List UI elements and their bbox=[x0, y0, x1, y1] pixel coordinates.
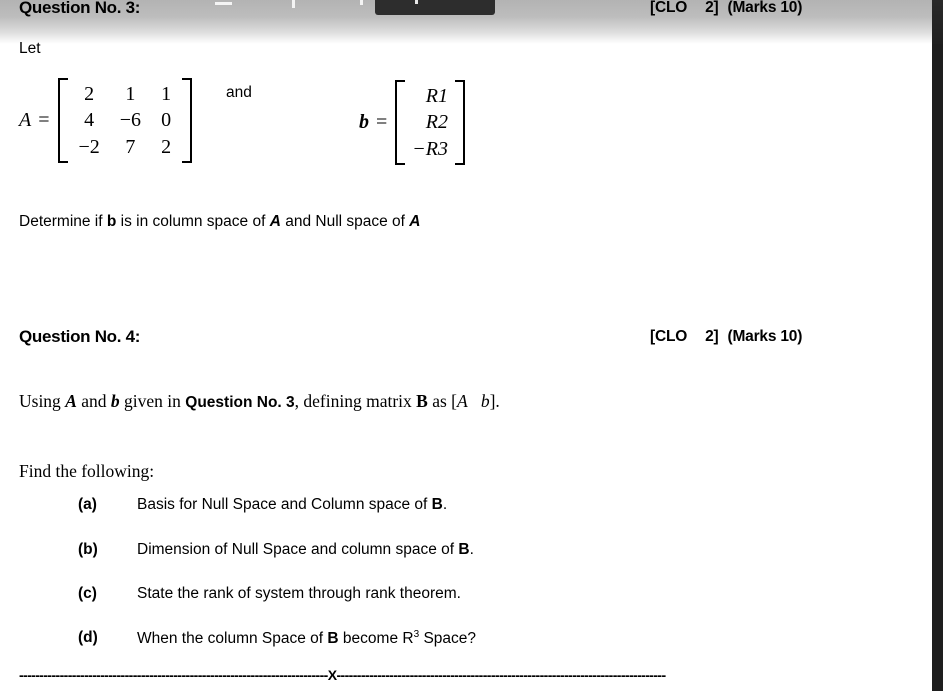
right-edge-panel bbox=[932, 0, 943, 691]
list-item-c: State the rank of system through rank th… bbox=[137, 585, 461, 603]
question-4-intro: Using A and b given in Question No. 3, d… bbox=[19, 391, 500, 412]
list-item-text: Dimension of Null Space and column space… bbox=[137, 541, 459, 558]
question-4-clo-marks: [CLO 2] (Marks 10) bbox=[650, 328, 802, 346]
matrix-row: −R3 bbox=[406, 136, 454, 162]
question-3-clo-marks: [CLO 2] (Marks 10) bbox=[650, 0, 802, 17]
question-4-heading: Question No. 4: bbox=[19, 327, 141, 346]
prompt-text: is in column space of bbox=[116, 213, 270, 230]
list-item-text: . bbox=[469, 541, 474, 558]
intro-matrix-a: A bbox=[65, 391, 77, 411]
document-page: Question No. 3: [CLO 2] (Marks 10) Let A =… bbox=[0, 0, 943, 691]
matrix-a-equals: = bbox=[38, 109, 50, 132]
vector-b-equals: = bbox=[376, 111, 388, 134]
vector-b-label: b bbox=[359, 111, 369, 134]
clipped-toolbar-button[interactable] bbox=[375, 0, 495, 15]
intro-question-reference: Question No. 3 bbox=[185, 394, 295, 411]
matrix-cell: R1 bbox=[425, 85, 448, 107]
matrix-a-bracket: 2 1 1 4 −6 0 −2 7 2 bbox=[57, 78, 193, 164]
intro-text: , defining matrix bbox=[294, 391, 417, 411]
list-item-text: When the column Space of bbox=[137, 630, 328, 648]
intro-spacer bbox=[468, 391, 481, 411]
matrix-row: R2 bbox=[406, 109, 454, 135]
marks-label: (Marks 10) bbox=[727, 0, 803, 16]
list-item-marker-a: (a) bbox=[78, 496, 97, 513]
intro-bracket-a: A bbox=[457, 391, 468, 411]
matrix-a-label: A bbox=[19, 109, 32, 132]
list-item-a: Basis for Null Space and Column space of… bbox=[137, 496, 447, 514]
question-3-heading: Question No. 3: bbox=[19, 0, 141, 17]
intro-bracket-b: b bbox=[480, 391, 490, 411]
find-the-following-label: Find the following: bbox=[19, 461, 155, 481]
intro-matrix-b: B bbox=[416, 391, 428, 411]
prompt-vector-b: b bbox=[106, 213, 117, 230]
clipped-text-fragment bbox=[292, 0, 295, 8]
list-item-text: Basis for Null Space and Column space of bbox=[137, 496, 432, 513]
prompt-matrix-a: A bbox=[409, 213, 421, 230]
clo-number: 2] bbox=[705, 0, 719, 16]
matrix-row: 4 −6 0 bbox=[69, 107, 182, 133]
list-item-marker-d: (d) bbox=[78, 629, 98, 646]
list-item-text: . bbox=[442, 496, 448, 513]
clipped-toolbar-glyph bbox=[415, 0, 418, 4]
vector-b-grid: R1 R2 −R3 bbox=[406, 83, 454, 162]
matrix-cell: 0 bbox=[161, 109, 172, 132]
matrix-row: R1 bbox=[406, 83, 454, 109]
vector-b-bracket: R1 R2 −R3 bbox=[395, 80, 465, 166]
prompt-matrix-a: A bbox=[269, 213, 281, 230]
matrix-cell: −R3 bbox=[412, 137, 448, 160]
matrix-cell: 1 bbox=[125, 83, 136, 105]
matrix-cell: 4 bbox=[84, 109, 95, 132]
intro-text: and bbox=[76, 391, 111, 411]
divider-dashes-right: ----------------------------------------… bbox=[336, 667, 666, 683]
intro-vector-b: b bbox=[110, 391, 120, 411]
matrix-cell: −2 bbox=[78, 135, 100, 158]
matrix-a-equation: A = 2 1 1 4 −6 0 −2 7 2 bbox=[19, 78, 193, 164]
prompt-text: and Null space of bbox=[280, 213, 410, 230]
intro-text: Using bbox=[19, 391, 66, 411]
list-item-matrix-b: B bbox=[327, 630, 339, 648]
clo-prefix: [CLO bbox=[650, 328, 688, 345]
matrix-cell: R2 bbox=[425, 111, 448, 134]
matrix-row: 2 1 1 bbox=[69, 81, 182, 107]
list-item-marker-c: (c) bbox=[78, 585, 97, 602]
list-item-marker-b: (b) bbox=[78, 541, 98, 558]
right-edge-panel-header bbox=[932, 0, 943, 44]
divider-dashes-left: ----------------------------------------… bbox=[19, 667, 328, 683]
question-3-prompt: Determine if b is in column space of A a… bbox=[19, 213, 421, 231]
intro-text: as [ bbox=[427, 391, 458, 411]
matrix-cell: 1 bbox=[161, 83, 172, 105]
list-item-matrix-b: B bbox=[458, 541, 470, 558]
and-conjunction: and bbox=[226, 84, 252, 101]
matrix-cell: 2 bbox=[84, 83, 95, 105]
matrix-row: −2 7 2 bbox=[69, 134, 182, 160]
matrix-a-grid: 2 1 1 4 −6 0 −2 7 2 bbox=[69, 81, 182, 160]
list-item-matrix-b: B bbox=[431, 496, 443, 513]
list-item-text: become R bbox=[338, 630, 414, 648]
marks-label: (Marks 10) bbox=[727, 328, 803, 345]
matrix-cell: 7 bbox=[125, 135, 136, 158]
list-item-text: State the rank of system through rank th… bbox=[137, 585, 461, 602]
intro-text: ]. bbox=[489, 391, 500, 411]
prompt-text: Determine if bbox=[19, 213, 107, 230]
list-item-d: When the column Space of B become R3 Spa… bbox=[137, 629, 476, 648]
intro-text: given in bbox=[119, 391, 186, 411]
question-3-lead-in: Let bbox=[19, 40, 41, 57]
matrix-cell: −6 bbox=[119, 109, 142, 132]
vector-b-equation: b = R1 R2 −R3 bbox=[359, 80, 465, 166]
list-item-text: Space? bbox=[419, 630, 477, 648]
matrix-cell: 2 bbox=[161, 135, 172, 158]
list-item-b: Dimension of Null Space and column space… bbox=[137, 541, 474, 559]
clo-number: 2] bbox=[705, 328, 719, 345]
section-divider: ----------------------------------------… bbox=[19, 667, 843, 683]
clipped-text-fragment bbox=[215, 2, 232, 5]
clipped-text-fragment bbox=[360, 0, 363, 5]
clo-prefix: [CLO bbox=[650, 0, 688, 16]
